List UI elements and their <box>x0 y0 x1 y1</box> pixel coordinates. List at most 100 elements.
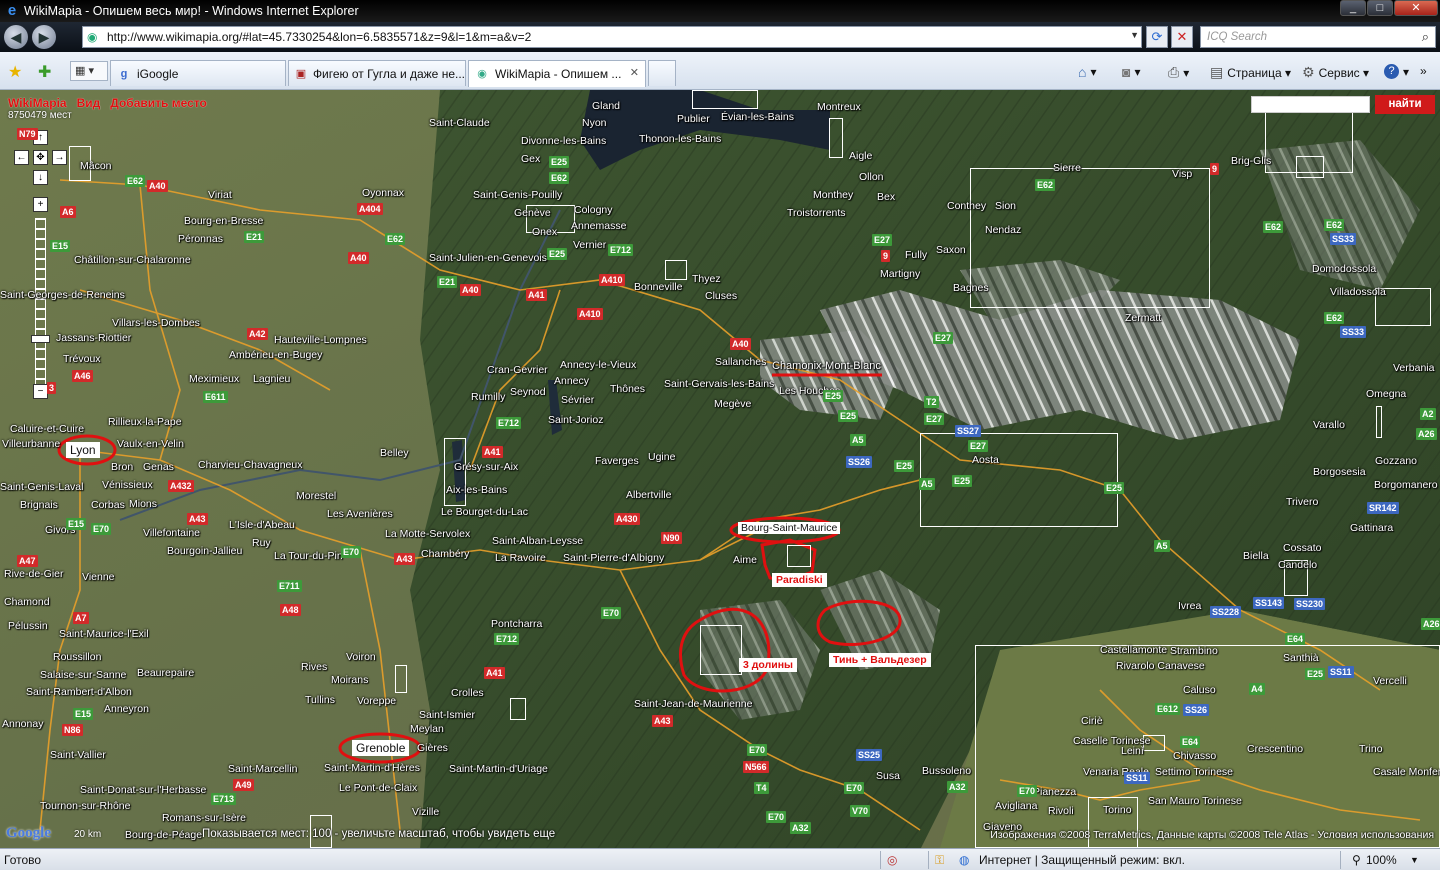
object-outline[interactable] <box>829 118 843 158</box>
wikimapia-brand[interactable]: WikiMapia <box>8 96 67 110</box>
place-label[interactable]: Saint-Alban-Leysse <box>492 535 583 547</box>
place-label[interactable]: Caluire-et-Cuire <box>10 423 84 435</box>
label-chamonix[interactable]: Chamonix-Mont-Blanc <box>772 360 881 372</box>
search-input[interactable]: ICQ Search ⌕ <box>1200 26 1436 48</box>
place-label[interactable]: Cologny <box>574 204 613 216</box>
pan-center-button[interactable]: ✥ <box>33 150 48 165</box>
object-outline[interactable] <box>970 168 1210 308</box>
place-label[interactable]: Saint-Maurice-l'Exil <box>59 628 149 640</box>
place-label[interactable]: Annecy <box>554 375 589 387</box>
place-label[interactable]: Saint-Genis-Pouilly <box>473 189 562 201</box>
place-label[interactable]: Montreux <box>817 101 861 113</box>
place-label[interactable]: Sierre <box>1053 162 1081 174</box>
tab-wikimapia[interactable]: ◉ WikiMapia - Опишем ... ✕ <box>468 60 646 87</box>
place-label[interactable]: Saint-Martin-d'Uriage <box>449 763 548 775</box>
object-outline[interactable] <box>700 625 742 675</box>
add-favorites-icon[interactable]: ✚ <box>38 62 51 82</box>
place-label[interactable]: Fully <box>905 249 927 261</box>
forward-button[interactable]: ▶ <box>32 25 56 49</box>
place-label[interactable]: Vienne <box>82 571 115 583</box>
place-label[interactable]: Brig-Glis <box>1231 155 1271 167</box>
place-label[interactable]: L'Isle-d'Abeau <box>229 519 295 531</box>
refresh-button[interactable]: ⟳ <box>1146 26 1168 48</box>
place-label[interactable]: Ugine <box>648 451 675 463</box>
place-label[interactable]: Vénissieux <box>102 479 153 491</box>
object-outline[interactable] <box>395 665 407 693</box>
place-label[interactable]: Candelo <box>1278 559 1317 571</box>
place-label[interactable]: Settimo Torinese <box>1155 766 1233 778</box>
pan-down-button[interactable]: ↓ <box>33 170 48 185</box>
place-label[interactable]: Troistorrents <box>787 207 846 219</box>
place-label[interactable]: Santhià <box>1283 652 1319 664</box>
place-label[interactable]: Mions <box>129 498 157 510</box>
place-label[interactable]: Bagnes <box>953 282 989 294</box>
place-label[interactable]: Vizille <box>412 806 439 818</box>
place-label[interactable]: Meximieux <box>189 373 239 385</box>
place-label[interactable]: Varallo <box>1313 419 1345 431</box>
place-label[interactable]: Voiron <box>346 651 376 663</box>
place-label[interactable]: Domodossola <box>1312 263 1376 275</box>
place-label[interactable]: Saint-Ismier <box>419 709 475 721</box>
place-label[interactable]: Saint-Georges-de-Reneins <box>0 289 125 301</box>
place-label[interactable]: Pianezza <box>1033 786 1076 798</box>
place-label[interactable]: Borgosesia <box>1313 466 1366 478</box>
menu-view[interactable]: Вид <box>77 96 101 110</box>
place-label[interactable]: Rivarolo Canavese <box>1116 660 1205 672</box>
place-label[interactable]: Romans-sur-Isère <box>162 812 246 824</box>
place-label[interactable]: Les Avenières <box>327 508 393 520</box>
place-label[interactable]: Vernier <box>573 239 606 251</box>
place-label[interactable]: Cran-Gevrier <box>487 364 548 376</box>
place-label[interactable]: Omegna <box>1366 388 1406 400</box>
place-label[interactable]: Saint-Rambert-d'Albon <box>26 686 132 698</box>
place-label[interactable]: Thonon-les-Bains <box>639 133 721 145</box>
place-label[interactable]: Villeurbanne <box>2 438 60 450</box>
place-label[interactable]: Trévoux <box>63 353 101 365</box>
place-label[interactable]: Cossato <box>1283 542 1322 554</box>
object-outline[interactable] <box>510 698 526 720</box>
object-outline[interactable] <box>787 545 811 567</box>
place-label[interactable]: Roussillon <box>53 651 101 663</box>
place-label[interactable]: Saint-Claude <box>429 117 490 129</box>
place-label[interactable]: Villefontaine <box>143 527 200 539</box>
privacy-icon[interactable]: ◎ <box>887 853 897 867</box>
quick-tabs-button[interactable]: ▦ ▾ <box>70 61 108 81</box>
place-label[interactable]: Conthey <box>947 200 986 212</box>
place-label[interactable]: Saint-Genis-Laval <box>0 481 83 493</box>
place-label[interactable]: Rives <box>301 661 327 673</box>
place-label[interactable]: Aime <box>733 554 757 566</box>
place-label[interactable]: Castellamonte <box>1100 644 1167 656</box>
place-label[interactable]: Gex <box>521 153 540 165</box>
zoom-slider-handle[interactable] <box>31 335 50 343</box>
place-label[interactable]: Gattinara <box>1350 522 1393 534</box>
tools-menu[interactable]: ⚙ Сервис ▾ <box>1302 64 1369 81</box>
place-label[interactable]: Monthey <box>813 189 853 201</box>
close-button[interactable]: ✕ <box>1394 0 1438 16</box>
object-outline[interactable] <box>920 433 1118 527</box>
place-label[interactable]: Rivoli <box>1048 805 1074 817</box>
place-label[interactable]: Voreppe <box>357 695 396 707</box>
place-label[interactable]: Strambino <box>1170 645 1218 657</box>
url-text[interactable]: http://www.wikimapia.org/#lat=45.7330254… <box>107 30 531 44</box>
address-dropdown-icon[interactable]: ▼ <box>1130 30 1139 40</box>
place-label[interactable]: Anneyron <box>104 703 149 715</box>
place-label[interactable]: Annonay <box>2 718 43 730</box>
place-label[interactable]: Vaulx-en-Velin <box>117 438 184 450</box>
pan-left-button[interactable]: ← <box>14 150 29 165</box>
zoom-slider[interactable] <box>35 218 46 388</box>
close-tab-icon[interactable]: ✕ <box>630 66 639 79</box>
home-button[interactable]: ⌂ ▾ <box>1078 64 1097 80</box>
favorites-star-icon[interactable]: ★ <box>8 62 22 82</box>
place-label[interactable]: Hauteville-Lompnes <box>274 334 367 346</box>
address-bar[interactable]: ◉ http://www.wikimapia.org/#lat=45.73302… <box>82 26 1142 48</box>
place-label[interactable]: Trino <box>1359 743 1383 755</box>
place-label[interactable]: Sévrier <box>561 394 594 406</box>
place-label[interactable]: Saint-Pierre-d'Albigny <box>563 552 664 564</box>
label-bourg-saint-maurice[interactable]: Bourg-Saint-Maurice <box>738 522 841 534</box>
help-menu[interactable]: ? ▾ <box>1384 64 1409 79</box>
place-label[interactable]: Divonne-les-Bains <box>521 135 606 147</box>
label-lyon[interactable]: Lyon <box>66 442 100 458</box>
place-label[interactable]: Meylan <box>410 723 444 735</box>
place-label[interactable]: Chambéry <box>421 548 469 560</box>
more-button[interactable]: » <box>1420 64 1427 78</box>
place-label[interactable]: Châtillon-sur-Chalaronne <box>74 254 191 266</box>
